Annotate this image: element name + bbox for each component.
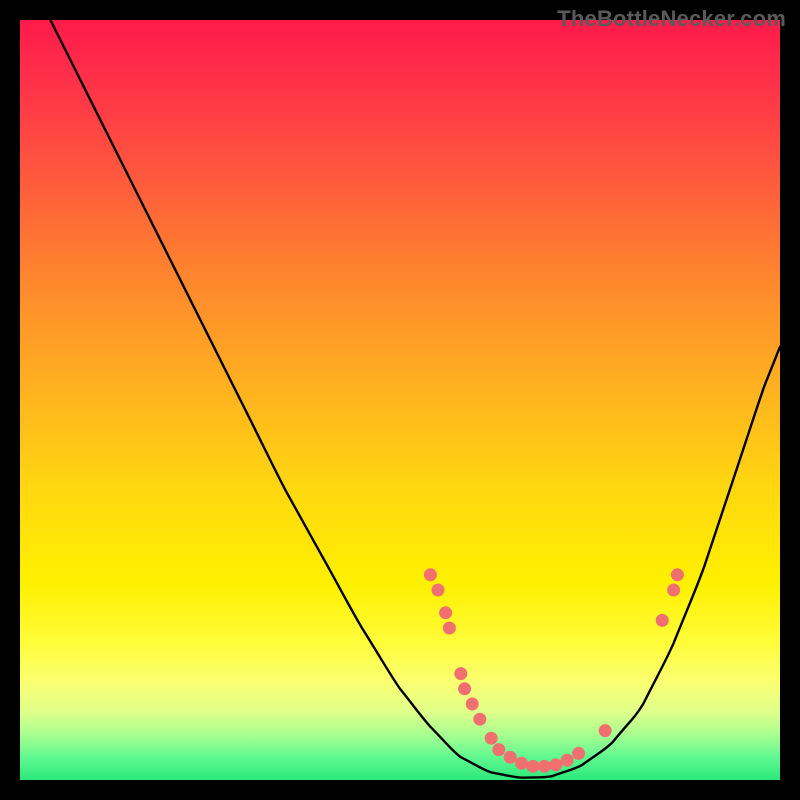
data-marker <box>439 606 452 619</box>
data-marker <box>473 713 486 726</box>
plot-area <box>20 20 780 780</box>
data-marker <box>454 667 467 680</box>
chart-frame: TheBottleNecker.com <box>0 0 800 800</box>
data-marker <box>599 724 612 737</box>
data-marker <box>492 743 505 756</box>
data-marker <box>549 758 562 771</box>
data-marker <box>424 568 437 581</box>
data-marker <box>485 732 498 745</box>
marker-layer <box>424 568 684 773</box>
data-marker <box>561 754 574 767</box>
data-marker <box>443 622 456 635</box>
bottleneck-curve <box>50 20 780 778</box>
data-marker <box>671 568 684 581</box>
data-marker <box>504 751 517 764</box>
data-marker <box>572 747 585 760</box>
chart-overlay <box>20 20 780 780</box>
data-marker <box>538 760 551 773</box>
data-marker <box>515 757 528 770</box>
data-marker <box>667 584 680 597</box>
data-marker <box>432 584 445 597</box>
data-marker <box>466 698 479 711</box>
watermark-text: TheBottleNecker.com <box>557 6 786 32</box>
data-marker <box>458 682 471 695</box>
curve-layer <box>50 20 780 778</box>
data-marker <box>527 760 540 773</box>
data-marker <box>656 614 669 627</box>
